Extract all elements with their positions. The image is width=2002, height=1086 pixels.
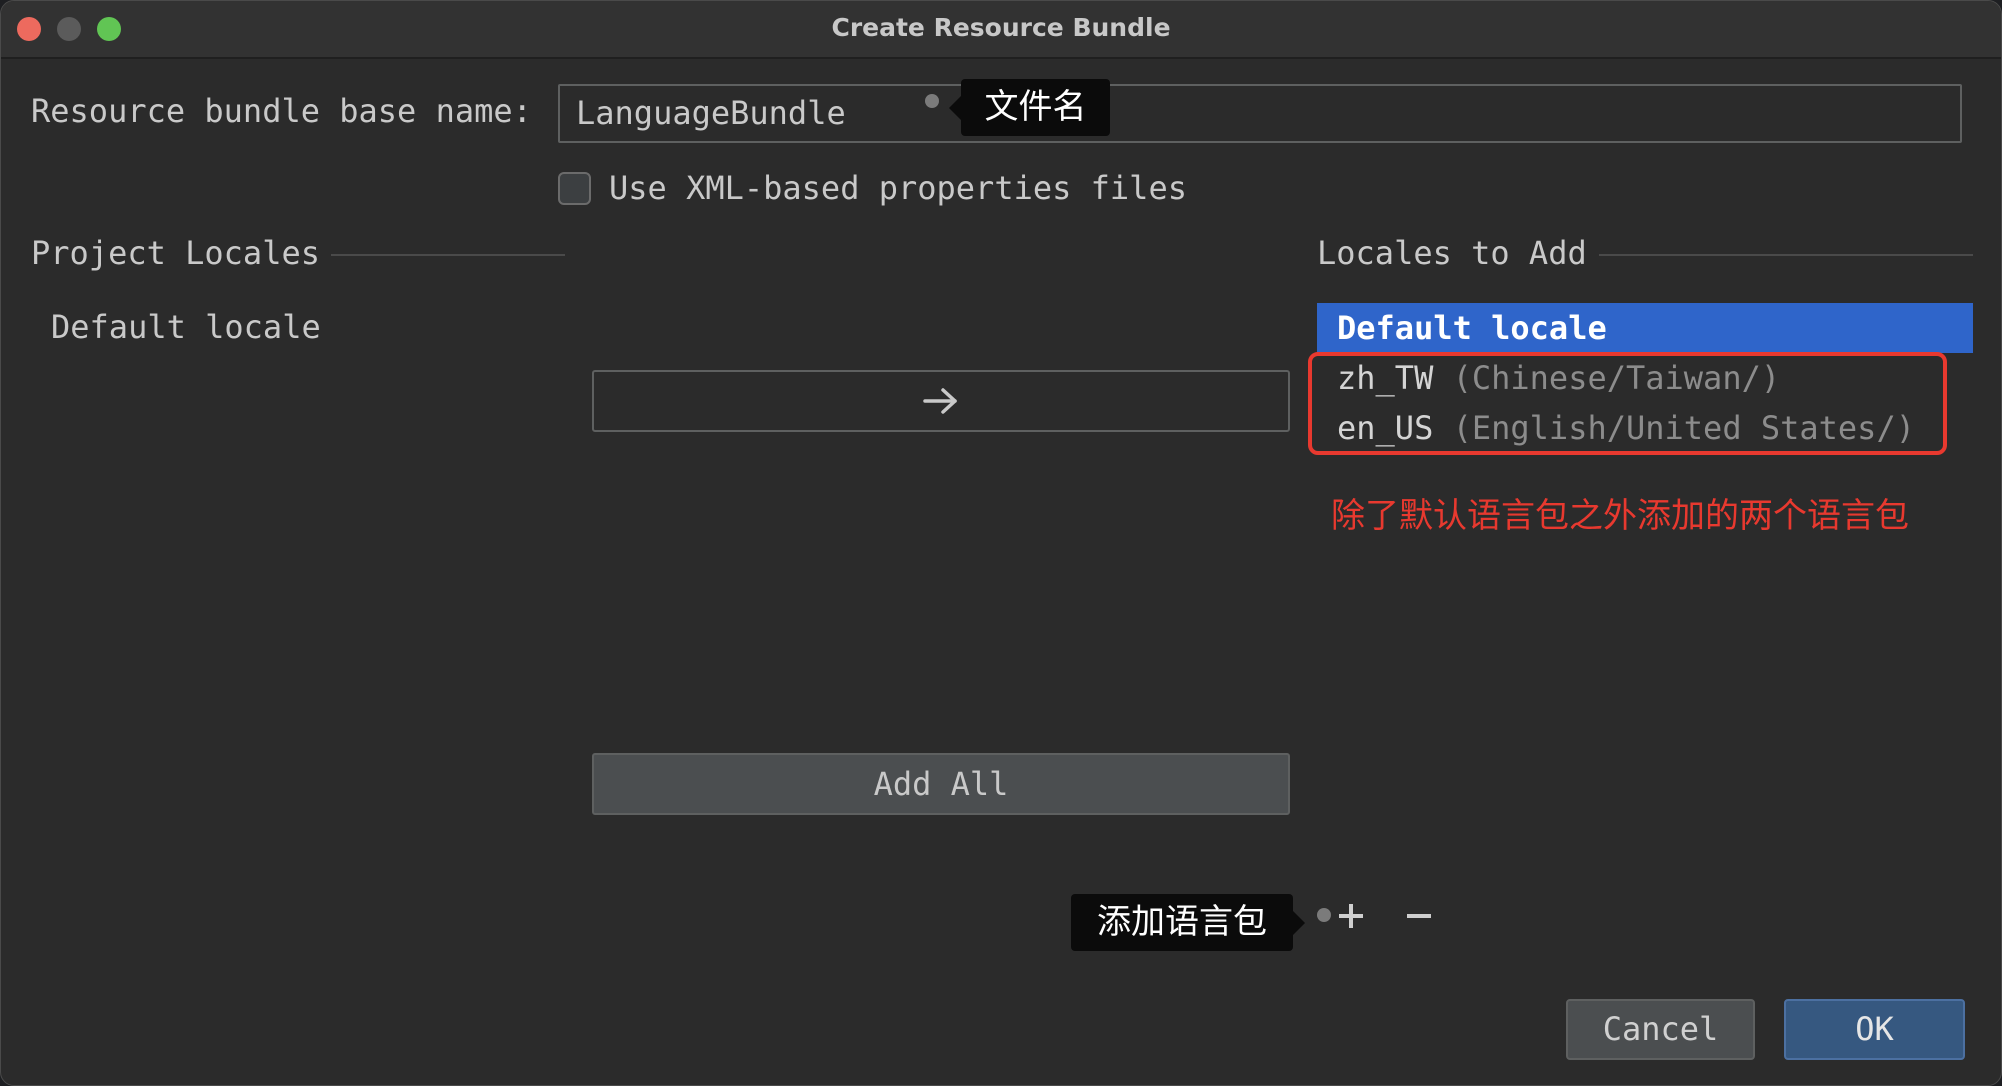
minus-icon	[1407, 914, 1431, 918]
add-locale-tooltip: 添加语言包	[1071, 894, 1305, 951]
project-locales-header: Project Locales	[31, 234, 320, 272]
cancel-button[interactable]: Cancel	[1566, 999, 1755, 1060]
tooltip-anchor-dot	[1317, 908, 1331, 922]
remove-locale-button[interactable]	[1401, 898, 1437, 934]
locale-code: Default locale	[1337, 309, 1607, 347]
base-name-label: Resource bundle base name:	[31, 92, 532, 130]
window-title: Create Resource Bundle	[831, 13, 1171, 42]
move-right-button[interactable]	[592, 370, 1290, 432]
arrow-right-icon	[923, 388, 957, 414]
plus-icon	[1339, 904, 1363, 928]
locale-item-default[interactable]: Default locale	[1317, 303, 1973, 353]
locales-to-add-divider	[1599, 254, 1973, 256]
add-locale-button[interactable]	[1333, 898, 1369, 934]
xml-properties-label[interactable]: Use XML-based properties files	[609, 169, 1187, 207]
project-locales-divider	[331, 254, 565, 256]
locales-to-add-header: Locales to Add	[1317, 234, 1587, 272]
tooltip-anchor-dot	[925, 94, 939, 108]
added-locales-annotation: 除了默认语言包之外添加的两个语言包	[1331, 496, 1909, 536]
add-all-button[interactable]: Add All	[592, 753, 1290, 815]
base-name-input[interactable]: LanguageBundle	[558, 84, 1962, 143]
filename-tooltip: 文件名	[949, 79, 1110, 136]
xml-properties-checkbox[interactable]	[558, 172, 591, 205]
ok-button[interactable]: OK	[1784, 999, 1965, 1060]
project-locale-item[interactable]: Default locale	[51, 308, 321, 346]
create-resource-bundle-dialog: Create Resource Bundle Resource bundle b…	[0, 0, 2002, 1086]
added-locales-highlight-box	[1308, 352, 1947, 455]
title-bar: Create Resource Bundle	[1, 1, 2001, 59]
